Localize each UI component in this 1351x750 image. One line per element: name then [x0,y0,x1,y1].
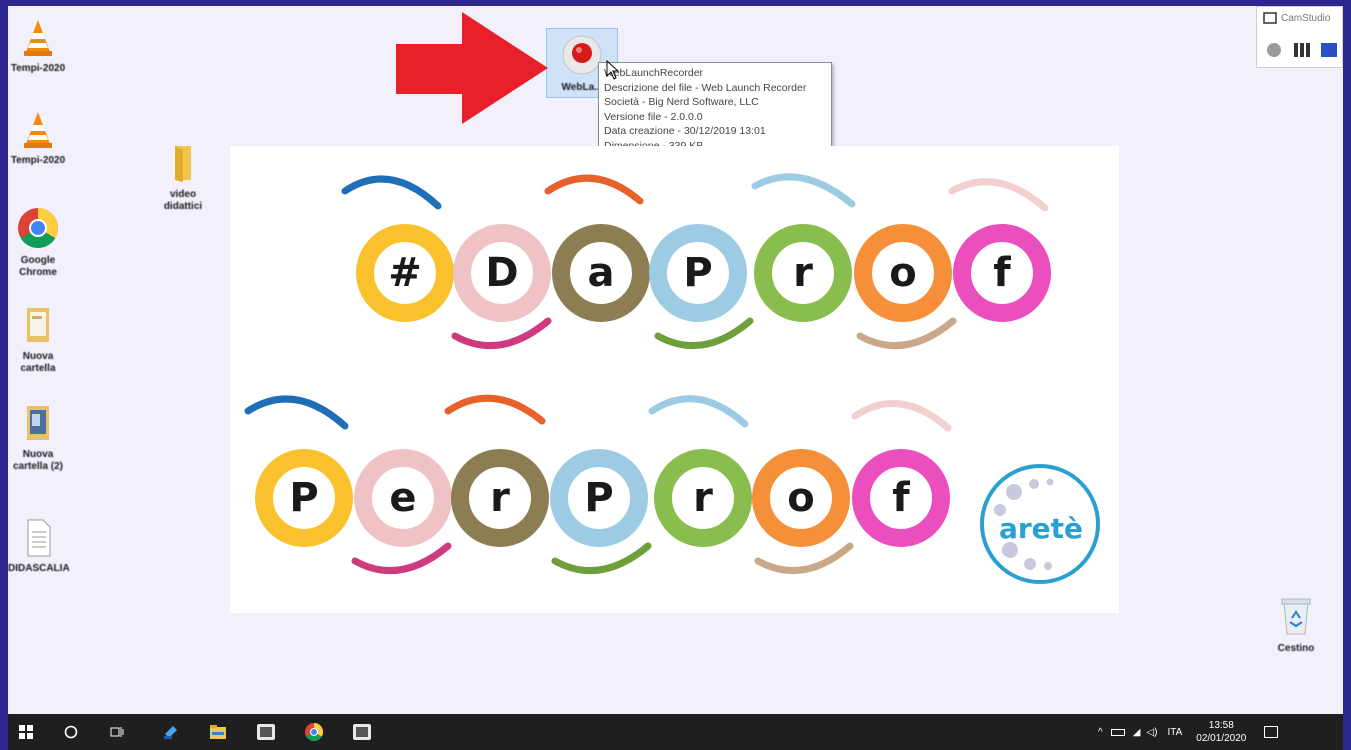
file-tooltip: WebLaunchRecorder Descrizione del file -… [598,62,832,156]
banner-letter-circle: r [654,449,752,547]
camstudio-stop-icon[interactable] [1321,43,1337,57]
banner-letter-circle: a [552,224,650,322]
camstudio-logo-icon [1263,12,1277,24]
banner-letter-circle: o [752,449,850,547]
search-button[interactable] [56,714,86,750]
desktop[interactable]: Tempi-2020 Tempi-2020 Google Chrome Nuov… [8,6,1343,714]
desktop-icon-chrome[interactable]: Google Chrome [8,206,68,279]
camstudio-title: CamStudio [1281,13,1331,24]
camstudio-pause-icon[interactable] [1294,43,1310,57]
banner-letter-circle: # [356,224,454,322]
banner-letter-circle: o [854,224,952,322]
window-app-icon [353,724,371,740]
desktop-icon-nuova-cartella-2[interactable]: Nuova cartella (2) [8,404,68,473]
tooltip-version: Versione file - 2.0.0.0 [604,110,703,123]
file-explorer-icon [210,725,226,739]
taskbar-file-explorer[interactable] [200,714,236,750]
desktop-icon-cestino[interactable]: Cestino [1266,594,1326,655]
desktop-icon-didascalia[interactable]: DIDASCALIA [8,518,70,575]
camstudio-record-icon[interactable] [1267,43,1281,57]
banner-letter-circle: P [255,449,353,547]
desktop-icon-label: Nuova cartella (2) [12,449,64,472]
notifications-icon[interactable] [1264,726,1279,738]
document-icon [27,519,51,557]
tooltip-company: Società - Big Nerd Software, LLC [604,96,759,109]
banner-letter-circle: P [550,449,648,547]
task-view-button[interactable] [102,714,132,750]
tooltip-description: Descrizione del file - Web Launch Record… [604,81,807,94]
tooltip-name: WebLaunchRecorder [604,67,704,79]
desktop-icon-nuova-cartella[interactable]: Nuova cartella [8,306,68,375]
windows-logo-icon [19,725,33,739]
app-icon [164,726,177,739]
desktop-icon-video-didattici[interactable]: video didattici [153,142,213,213]
folder-icon [175,146,191,182]
camstudio-widget[interactable]: CamStudio [1256,6,1343,68]
system-tray: ^ ◢ ◁) ITA 13:58 02/01/2020 [1098,714,1279,750]
daprof-perprof-banner: # D a P r o f P e r P r o f aretè [230,146,1119,613]
chrome-icon [305,723,324,742]
show-hidden-icons-chevron-icon[interactable]: ^ [1098,727,1103,738]
desktop-icon-label: Cestino [1277,643,1315,654]
arete-logo-text: aretè [998,512,1084,545]
desktop-icon-vlc-1[interactable]: Tempi-2020 [8,18,68,75]
task-view-icon [110,727,124,737]
language-indicator[interactable]: ITA [1167,727,1182,738]
banner-letter-circle: P [649,224,747,322]
window-app-icon [257,724,275,740]
taskbar-chrome[interactable] [296,714,332,750]
red-arrow-annotation [396,12,548,124]
taskbar: ^ ◢ ◁) ITA 13:58 02/01/2020 [8,714,1343,750]
desktop-icon-label: Tempi-2020 [10,63,66,74]
desktop-icon-label: Google Chrome [19,255,57,278]
volume-icon[interactable]: ◁) [1146,727,1157,738]
desktop-icon-vlc-2[interactable]: Tempi-2020 [8,110,68,167]
search-circle-icon [64,725,78,739]
battery-icon[interactable] [1110,728,1125,736]
mouse-cursor-icon [606,60,620,80]
vlc-cone-icon [24,112,52,148]
folder-icon [27,406,49,440]
banner-letter-circle: r [754,224,852,322]
desktop-icon-label: Nuova cartella [20,351,56,374]
screen-frame: Tempi-2020 Tempi-2020 Google Chrome Nuov… [0,0,1351,750]
arete-logo: aretè [980,464,1100,584]
banner-letter-circle: f [852,449,950,547]
network-icon[interactable]: ◢ [1133,727,1141,738]
banner-letter-circle: D [453,224,551,322]
taskbar-app-store[interactable] [153,714,189,750]
recycle-bin-icon [1281,598,1311,635]
taskbar-app-window-2[interactable] [344,714,380,750]
start-button[interactable] [8,714,44,750]
clock-time: 13:58 [1208,720,1234,731]
desktop-icon-label: video didattici [163,189,203,212]
clock-date: 02/01/2020 [1196,733,1247,744]
folder-icon [27,308,49,342]
banner-letter-circle: f [953,224,1051,322]
clock[interactable]: 13:58 02/01/2020 [1196,719,1246,745]
tooltip-created: Data creazione - 30/12/2019 13:01 [604,125,766,138]
desktop-icon-label: Tempi-2020 [10,155,66,166]
vlc-cone-icon [24,20,52,56]
taskbar-app-window-1[interactable] [248,714,284,750]
desktop-icon-label: DIDASCALIA [8,563,70,574]
banner-letter-circle: r [451,449,549,547]
banner-letter-circle: e [354,449,452,547]
chrome-icon [18,208,58,248]
